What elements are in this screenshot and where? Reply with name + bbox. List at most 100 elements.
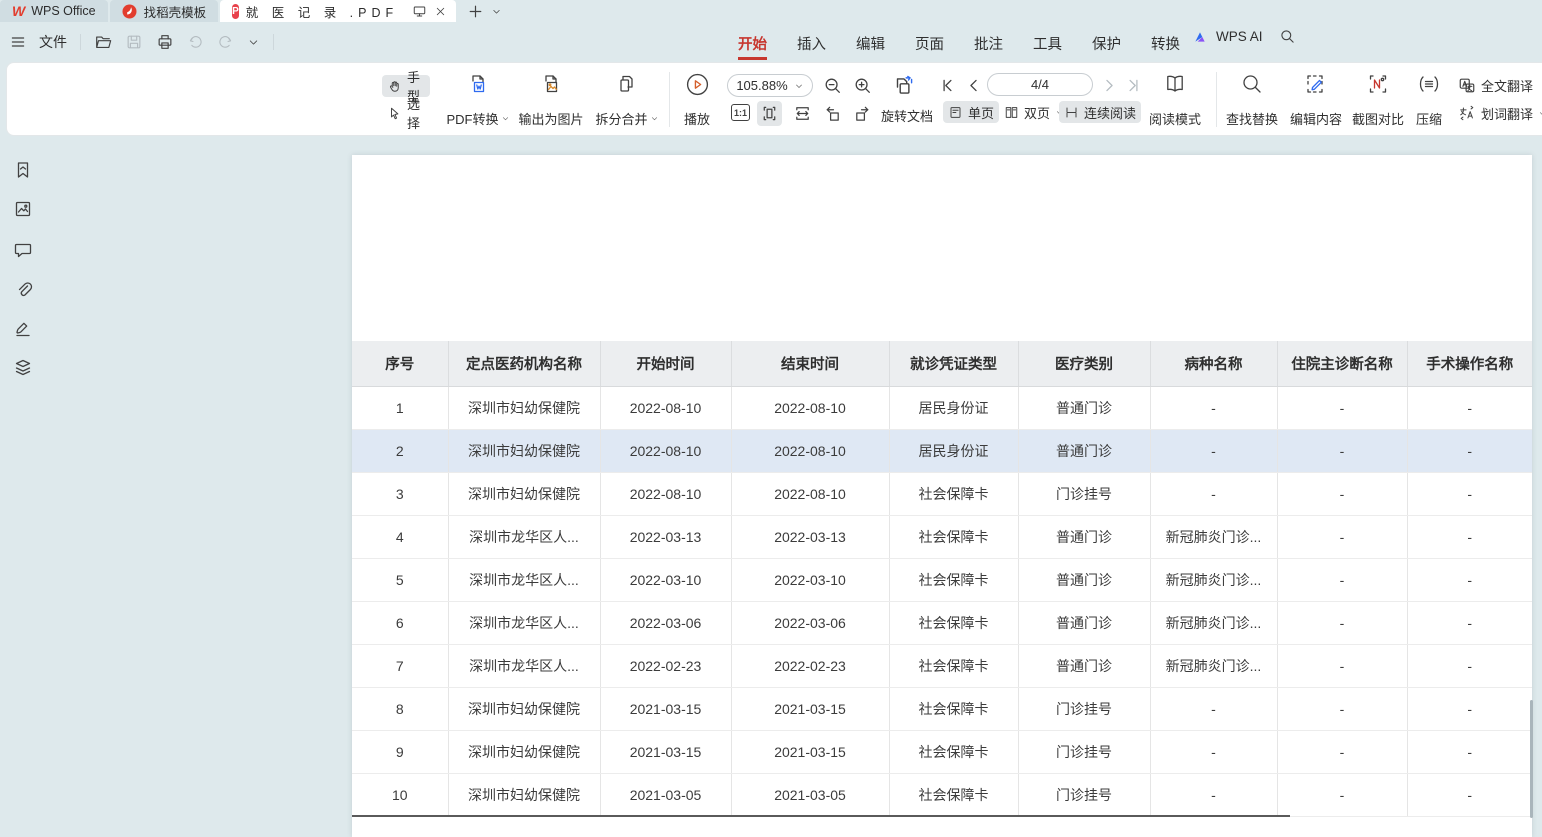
table-cell: - <box>1407 472 1532 515</box>
tab-list-chevron-icon[interactable] <box>491 6 502 17</box>
ribbon-tab-convert[interactable]: 转换 <box>1151 33 1180 54</box>
table-cell: - <box>1277 386 1407 429</box>
play-button[interactable]: 播放 <box>674 72 720 128</box>
present-monitor-icon[interactable] <box>412 4 427 19</box>
edit-content-button[interactable]: 编辑内容 <box>1285 72 1347 128</box>
ribbon-tab-protect[interactable]: 保护 <box>1092 33 1121 54</box>
table-cell: 普通门诊 <box>1018 429 1150 472</box>
close-tab-icon[interactable] <box>434 5 447 18</box>
find-replace-label: 查找替换 <box>1226 109 1278 128</box>
window-tab-bar: W WPS Office 找稻壳模板 P 就 医 记 录 .PDF <box>0 0 1542 22</box>
table-row: 8深圳市妇幼保健院2021-03-152021-03-15社会保障卡门诊挂号--… <box>352 687 1532 730</box>
table-cell: 门诊挂号 <box>1018 472 1150 515</box>
ribbon-tab-tools[interactable]: 工具 <box>1033 33 1062 54</box>
column-header: 结束时间 <box>731 341 889 386</box>
table-cell: 2021-03-15 <box>731 687 889 730</box>
ribbon-tab-page[interactable]: 页面 <box>915 33 944 54</box>
split-merge-button[interactable]: 拆分合并 <box>590 72 664 128</box>
find-replace-button[interactable]: 查找替换 <box>1219 72 1285 128</box>
fit-width-button[interactable] <box>793 104 812 123</box>
table-row: 1深圳市妇幼保健院2022-08-102022-08-10居民身份证普通门诊--… <box>352 386 1532 429</box>
open-file-icon[interactable] <box>94 33 112 51</box>
full-text-translate-button[interactable]: 全文翻译 <box>1453 74 1538 96</box>
fit-page-button[interactable] <box>757 101 782 126</box>
rotate-right-icon[interactable] <box>853 104 872 123</box>
table-cell: 2022-03-10 <box>731 558 889 601</box>
next-page-icon[interactable] <box>1101 77 1118 94</box>
word-translate-icon <box>1458 104 1476 122</box>
single-page-button[interactable]: 单页 <box>943 101 999 123</box>
tab-docer-templates[interactable]: 找稻壳模板 <box>110 0 219 22</box>
table-cell: 深圳市龙华区人... <box>448 515 600 558</box>
tab-label: 就 医 记 录 .PDF <box>246 2 398 21</box>
select-tool-button[interactable]: 选择 <box>382 102 430 124</box>
thumbnails-panel-icon[interactable] <box>13 199 35 221</box>
attachments-panel-icon[interactable] <box>13 279 35 301</box>
column-header: 病种名称 <box>1150 341 1277 386</box>
comments-panel-icon[interactable] <box>13 240 35 262</box>
double-page-label: 双页 <box>1024 103 1050 122</box>
compress-button[interactable]: 压缩 <box>1407 72 1451 128</box>
vertical-scrollbar-thumb[interactable] <box>1530 700 1533 818</box>
continuous-reading-button[interactable]: 连续阅读 <box>1059 101 1141 123</box>
pdf-convert-icon <box>466 72 490 96</box>
layers-panel-icon[interactable] <box>13 358 35 380</box>
zoom-in-icon[interactable] <box>853 76 873 96</box>
more-commands-chevron-icon[interactable] <box>247 36 260 49</box>
edit-pencil-icon <box>1304 72 1328 96</box>
first-page-icon[interactable] <box>939 77 956 94</box>
table-cell: 门诊挂号 <box>1018 687 1150 730</box>
read-mode-button[interactable]: 阅读模式 <box>1147 72 1203 128</box>
table-cell: - <box>1407 601 1532 644</box>
rotate-left-icon[interactable] <box>823 104 842 123</box>
page-number-input[interactable]: 4/4 <box>987 73 1093 96</box>
ribbon-tab-comment[interactable]: 批注 <box>974 33 1003 54</box>
redo-icon[interactable] <box>217 34 234 51</box>
table-cell: 2022-03-10 <box>600 558 731 601</box>
table-cell: - <box>1407 386 1532 429</box>
pdf-convert-button[interactable]: PDF转换 <box>442 72 514 128</box>
tab-wps-office[interactable]: W WPS Office <box>0 0 108 22</box>
ribbon-tab-home[interactable]: 开始 <box>738 33 767 54</box>
export-image-icon <box>539 72 563 96</box>
search-menu-icon[interactable] <box>1279 28 1296 45</box>
export-as-image-button[interactable]: 输出为图片 <box>512 72 590 128</box>
table-cell: 2022-02-23 <box>600 644 731 687</box>
rotate-document-button[interactable]: 旋转文档 <box>881 106 933 125</box>
save-icon[interactable] <box>125 33 143 51</box>
page-refresh-icon[interactable] <box>891 73 917 99</box>
screenshot-compare-button[interactable]: 截图对比 <box>1347 72 1409 128</box>
play-icon <box>685 72 710 97</box>
zoom-out-icon[interactable] <box>823 76 843 96</box>
zoom-level-select[interactable]: 105.88% <box>727 74 813 97</box>
main-menu-icon[interactable] <box>10 34 26 50</box>
print-icon[interactable] <box>156 33 174 51</box>
table-cell: 普通门诊 <box>1018 644 1150 687</box>
table-cell: 深圳市妇幼保健院 <box>448 773 600 816</box>
ribbon-tab-edit[interactable]: 编辑 <box>856 33 885 54</box>
single-page-icon <box>948 105 963 120</box>
undo-icon[interactable] <box>187 34 204 51</box>
table-cell: 社会保障卡 <box>889 773 1018 816</box>
actual-size-button[interactable]: 1:1 <box>731 104 750 121</box>
column-header: 手术操作名称 <box>1407 341 1532 386</box>
file-menu-button[interactable]: 文件 <box>39 32 67 52</box>
table-cell: 新冠肺炎门诊... <box>1150 601 1277 644</box>
ribbon-tab-insert[interactable]: 插入 <box>797 33 826 54</box>
new-tab-icon[interactable] <box>468 4 483 19</box>
divider <box>1216 72 1217 127</box>
previous-page-icon[interactable] <box>965 77 982 94</box>
pdf-page[interactable]: 序号定点医药机构名称开始时间结束时间就诊凭证类型医疗类别病种名称住院主诊断名称手… <box>352 155 1532 837</box>
table-row: 9深圳市妇幼保健院2021-03-152021-03-15社会保障卡门诊挂号--… <box>352 730 1532 773</box>
signature-panel-icon[interactable] <box>13 318 35 340</box>
tab-document-active[interactable]: P 就 医 记 录 .PDF <box>220 0 456 22</box>
table-cell: 2022-03-06 <box>600 601 731 644</box>
last-page-icon[interactable] <box>1125 77 1142 94</box>
wps-logo-icon: W <box>12 3 24 19</box>
table-cell: - <box>1277 687 1407 730</box>
word-translate-button[interactable]: 划词翻译 <box>1453 102 1542 124</box>
bookmarks-panel-icon[interactable] <box>13 160 35 182</box>
wps-ai-button[interactable]: WPS AI <box>1216 29 1263 44</box>
table-row: 7深圳市龙华区人...2022-02-232022-02-23社会保障卡普通门诊… <box>352 644 1532 687</box>
table-cell: 2022-03-13 <box>731 515 889 558</box>
